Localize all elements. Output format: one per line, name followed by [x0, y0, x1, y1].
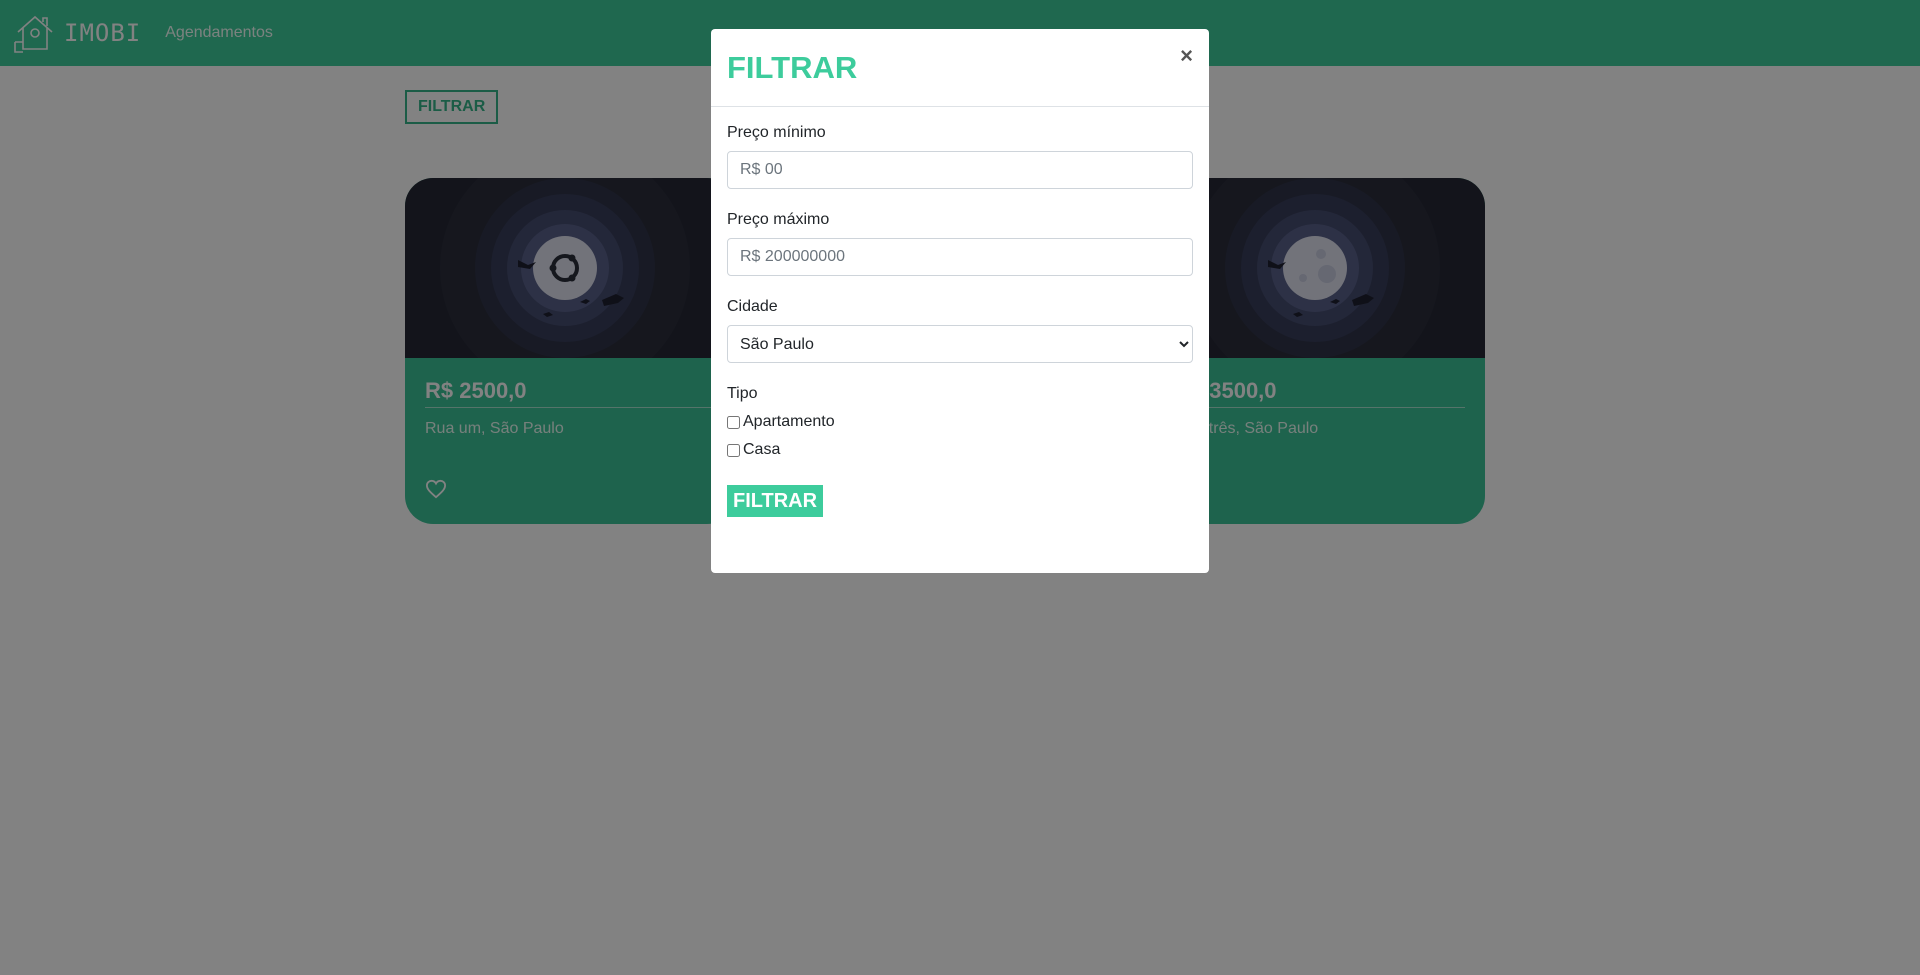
modal-body: Preço mínimo Preço máximo Cidade São Pau… [711, 124, 1209, 517]
filter-submit-button[interactable]: FILTRAR [727, 485, 824, 517]
modal-title: FILTRAR [727, 50, 858, 85]
modal-header: FILTRAR × [711, 29, 1209, 107]
min-price-label: Preço mínimo [727, 124, 826, 141]
type-option-casa: Casa [727, 441, 1193, 459]
city-label: Cidade [727, 298, 778, 315]
apartamento-checkbox[interactable] [727, 415, 740, 429]
city-select[interactable]: São Paulo [727, 325, 1193, 363]
max-price-label: Preço máximo [727, 211, 830, 228]
filter-modal: FILTRAR × Preço mínimo Preço máximo Cida… [711, 29, 1209, 573]
casa-label: Casa [743, 441, 781, 458]
apartamento-label: Apartamento [743, 413, 835, 430]
min-price-input[interactable] [727, 151, 1193, 189]
type-option-apartamento: Apartamento [727, 413, 1193, 431]
max-price-input[interactable] [727, 238, 1193, 276]
type-label: Tipo [727, 385, 758, 402]
casa-checkbox[interactable] [727, 443, 740, 457]
close-icon[interactable]: × [1180, 43, 1193, 69]
